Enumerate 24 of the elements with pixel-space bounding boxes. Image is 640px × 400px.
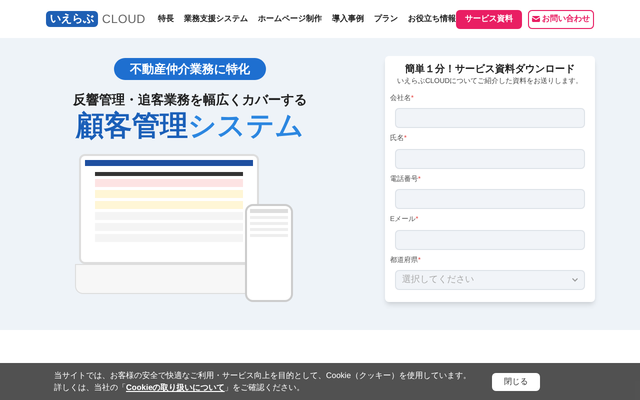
logo-mark[interactable]: いえらぶ: [46, 11, 98, 27]
nav-link[interactable]: 業務支援システム: [184, 13, 248, 25]
form-title: 簡単１分！サービス資料ダウンロード: [404, 62, 576, 77]
service-docs-button[interactable]: サービス資料: [456, 10, 522, 28]
input-field[interactable]: [395, 230, 585, 250]
chevron-down-icon: [572, 278, 578, 282]
hero-badge: 不動産仲介業務に特化: [114, 58, 266, 80]
nav-link[interactable]: ホームページ制作: [258, 13, 322, 25]
hero-subtitle: 反響管理・追客業務を幅広くカバーする: [73, 91, 307, 109]
nav-link[interactable]: 導入事例: [332, 13, 364, 25]
input-field[interactable]: [395, 108, 585, 128]
cookie-notice-text: 詳しくは、当社の「Cookieの取り扱いについて」をご確認ください。: [54, 382, 306, 394]
input-field[interactable]: [395, 148, 585, 168]
nav-link[interactable]: 特長: [158, 13, 174, 25]
input-field[interactable]: [395, 189, 585, 209]
mail-icon: [532, 16, 540, 22]
cookie-policy-link[interactable]: Cookieの取り扱いについて: [126, 382, 225, 392]
nav-link[interactable]: プラン: [374, 13, 398, 25]
contact-button[interactable]: お問い合わせ: [528, 10, 594, 28]
hero-title: 顧客管理システム: [76, 110, 304, 142]
cookie-notice-text: 当サイトでは、お客様の安全で快適なご利用・サービス向上を目的として、Cookie（クッキー）を使用しています。: [54, 370, 471, 382]
logo-text[interactable]: CLOUD: [102, 10, 146, 28]
nav-link[interactable]: お役立ち情報: [408, 13, 456, 25]
close-button[interactable]: 閉じる: [492, 372, 540, 390]
